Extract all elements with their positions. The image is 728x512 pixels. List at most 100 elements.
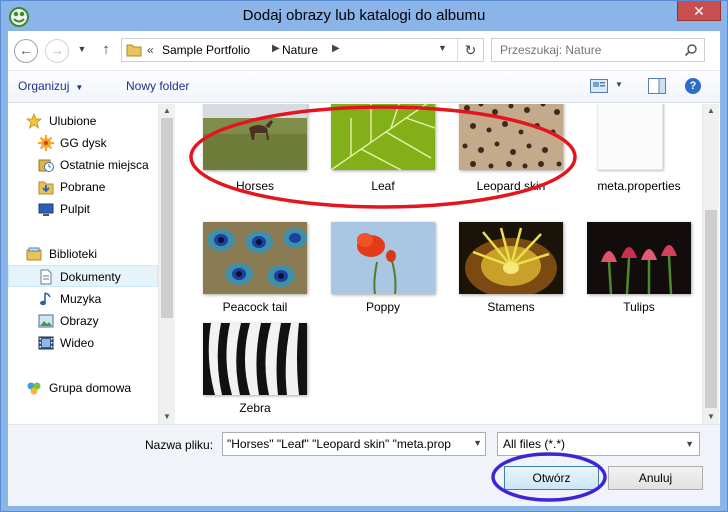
file-tile-horses[interactable]: Horses [195, 104, 315, 216]
filename-input[interactable] [223, 433, 463, 455]
file-tile-tulips[interactable]: Tulips [579, 222, 699, 334]
star-icon [26, 113, 42, 129]
chevron-down-icon: ▼ [77, 44, 87, 54]
file-name: Poppy [365, 300, 401, 314]
nav-item-label: Ulubione [49, 114, 97, 128]
file-tile-stamens[interactable]: Stamens [451, 222, 571, 334]
file-tile-peacock-tail[interactable]: Peacock tail [195, 222, 315, 334]
search-icon[interactable] [684, 43, 698, 57]
chevron-down-icon[interactable]: ▼ [438, 43, 447, 53]
refresh-button[interactable]: ↻ [457, 39, 483, 61]
help-button[interactable]: ? [685, 78, 701, 94]
zebra-thumbnail [203, 323, 307, 395]
nav-item-biblioteki[interactable]: Biblioteki [8, 243, 158, 265]
back-arrow-icon: ← [19, 42, 33, 58]
forward-arrow-icon: → [50, 42, 64, 58]
command-toolbar: Organizuj ▼ Nowy folder ▼ ? [8, 70, 720, 103]
nav-item-ostatnie-miejsca[interactable]: Ostatnie miejsca [8, 154, 158, 176]
recent-locations-button[interactable]: ▼ [75, 42, 89, 56]
nav-item-obrazy[interactable]: Obrazy [8, 310, 158, 332]
preview-pane-icon[interactable] [648, 78, 666, 94]
file-tile-poppy[interactable]: Poppy [323, 222, 443, 334]
file-name: Stamens [487, 300, 535, 314]
nav-item-label: Wideo [60, 336, 95, 350]
file-tile-leopard-skin[interactable]: Leopard skin [451, 104, 571, 216]
file-tile-zebra[interactable]: Zebra [195, 323, 315, 424]
refresh-icon: ↻ [464, 42, 477, 58]
new-folder-button[interactable]: Nowy folder [126, 79, 189, 93]
music-icon [40, 292, 51, 306]
tulips-thumbnail [587, 222, 691, 294]
organize-label: Organizuj [18, 79, 70, 93]
scroll-up-icon[interactable]: ▲ [703, 104, 719, 118]
nav-item-label: Obrazy [60, 314, 99, 328]
homegroup-icon [27, 382, 41, 395]
nav-item-label: Pobrane [60, 180, 106, 194]
nav-item-label: GG dysk [60, 136, 107, 150]
breadcrumb-separator-icon[interactable]: ▶ [272, 43, 280, 54]
title-bar[interactable]: Dodaj obrazy lub katalogi do albumu ✕ [1, 1, 727, 31]
nav-item-muzyka[interactable]: Muzyka [8, 288, 158, 310]
nav-item-wideo[interactable]: Wideo [8, 332, 158, 354]
file-type-value: All files (*.*) [503, 437, 566, 451]
pictures-icon [38, 314, 54, 328]
documents-icon [40, 269, 52, 285]
horses-thumbnail [203, 104, 307, 170]
close-button[interactable]: ✕ [677, 1, 721, 21]
file-name: Leaf [371, 179, 395, 193]
scrollbar-thumb[interactable] [705, 210, 717, 408]
scroll-down-icon[interactable]: ▼ [159, 410, 175, 424]
nav-item-pulpit[interactable]: Pulpit [8, 198, 158, 220]
search-input[interactable] [492, 39, 677, 61]
nav-item-label: Biblioteki [49, 247, 98, 261]
breadcrumb-item-sample-portfolio[interactable]: Sample Portfolio [162, 43, 250, 57]
poppy-thumbnail [331, 222, 435, 294]
breadcrumb-overflow[interactable]: « [147, 43, 154, 57]
chevron-down-icon[interactable]: ▼ [685, 439, 694, 449]
scrollbar-thumb[interactable] [161, 118, 173, 318]
dialog-footer: Nazwa pliku: ▼ All files (*.*) ▼ Otwórz … [8, 424, 720, 506]
chevron-down-icon: ▼ [75, 83, 84, 92]
nav-item-label: Muzyka [60, 292, 102, 306]
dialog-client: ← → ▼ ↑ « Sample Portfolio ▶ Nature ▶ ▼ [8, 31, 720, 506]
address-row: ← → ▼ ↑ « Sample Portfolio ▶ Nature ▶ ▼ [8, 31, 720, 67]
dialog-window: Dodaj obrazy lub katalogi do albumu ✕ ← … [0, 0, 728, 512]
filename-combobox[interactable]: ▼ [222, 432, 486, 456]
file-list-scrollbar[interactable]: ▲ ▼ [702, 104, 719, 424]
navigation-scrollbar[interactable]: ▲ ▼ [158, 104, 175, 424]
nav-item-label: Dokumenty [60, 270, 121, 284]
cancel-button[interactable]: Anuluj [608, 466, 703, 490]
change-view-icon[interactable] [590, 79, 608, 93]
up-arrow-icon: ↑ [102, 41, 110, 58]
nav-item-ulubione[interactable]: Ulubione [8, 110, 158, 132]
leopard-skin-thumbnail [459, 104, 563, 170]
chevron-down-icon[interactable]: ▼ [473, 438, 482, 448]
nav-item-grupa-domowa[interactable]: Grupa domowa [8, 377, 158, 399]
nav-item-dokumenty[interactable]: Dokumenty [8, 265, 158, 287]
libraries-icon [26, 247, 42, 261]
search-box[interactable] [491, 38, 705, 62]
breadcrumb-item-nature[interactable]: Nature [282, 43, 318, 57]
scroll-down-icon[interactable]: ▼ [703, 410, 719, 424]
chevron-down-icon[interactable]: ▼ [615, 80, 623, 89]
nav-item-label: Grupa domowa [49, 381, 132, 395]
file-tile-leaf[interactable]: Leaf [323, 104, 443, 216]
nav-item-gg-dysk[interactable]: GG dysk [8, 132, 158, 154]
stamens-thumbnail [459, 222, 563, 294]
navigation-pane: Ulubione GG dysk Ostatnie miejsca Pobran… [8, 104, 158, 424]
open-button[interactable]: Otwórz [504, 466, 599, 490]
gg-icon [38, 135, 54, 151]
back-button[interactable]: ← [14, 39, 38, 63]
breadcrumb[interactable]: « Sample Portfolio ▶ Nature ▶ ▼ ↻ [121, 38, 484, 62]
nav-item-label: Ostatnie miejsca [60, 158, 149, 172]
filename-label: Nazwa pliku: [145, 438, 214, 452]
nav-item-pobrane[interactable]: Pobrane [8, 176, 158, 198]
scroll-up-icon[interactable]: ▲ [159, 104, 175, 118]
file-tile-meta-properties[interactable]: meta.properties [579, 104, 699, 216]
peacock-tail-thumbnail [203, 222, 307, 294]
organize-button[interactable]: Organizuj ▼ [18, 79, 83, 93]
breadcrumb-separator-icon[interactable]: ▶ [332, 43, 340, 54]
file-type-select[interactable]: All files (*.*) ▼ [497, 432, 700, 456]
up-button[interactable]: ↑ [97, 39, 115, 61]
forward-button[interactable]: → [45, 39, 69, 63]
